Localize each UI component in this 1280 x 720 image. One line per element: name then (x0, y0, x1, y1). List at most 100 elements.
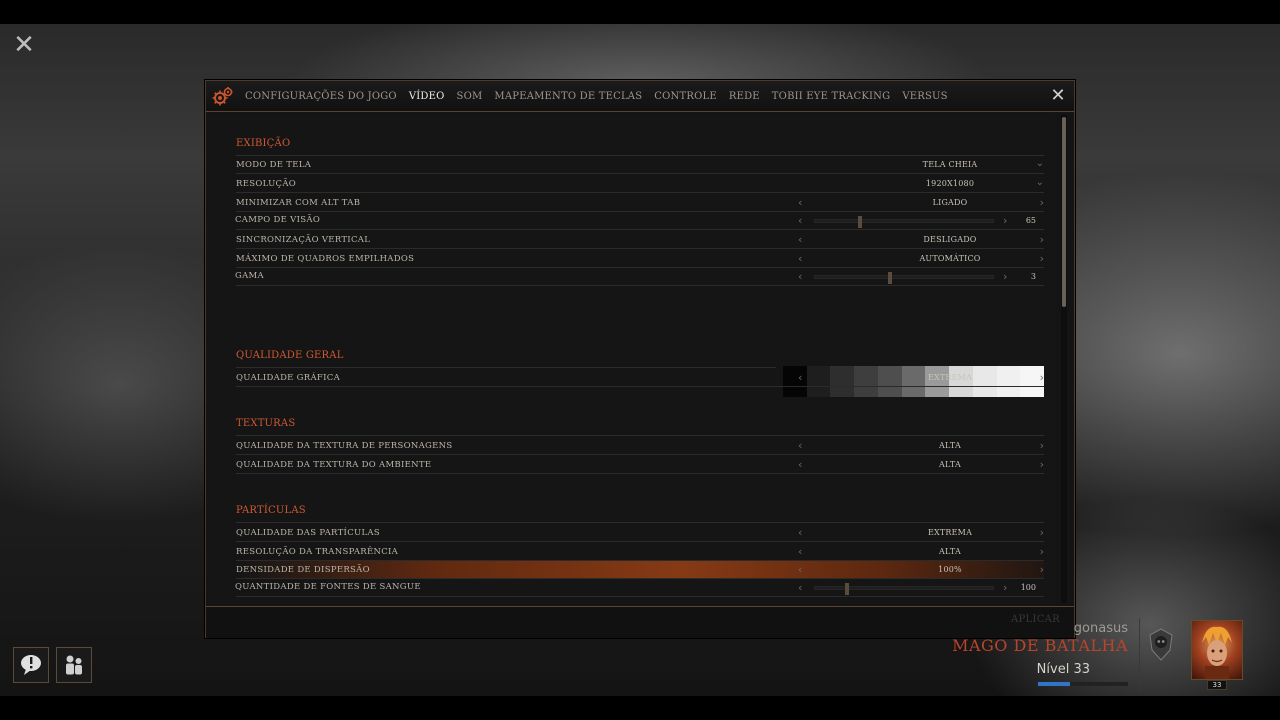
chevron-left-icon[interactable]: ‹ (798, 371, 802, 384)
tab-mapeamento-de-teclas[interactable]: MAPEAMENTO DE TECLAS (494, 91, 642, 102)
chevron-right-icon[interactable]: › (1040, 371, 1044, 384)
skull-emblem-icon[interactable] (1148, 628, 1174, 662)
chevron-right-icon[interactable]: › (1040, 526, 1044, 539)
settings-panel: CONFIGURAÇÕES DO JOGO VÍDEO SOM MAPEAMEN… (205, 80, 1075, 638)
setting-row-modo-de-tela[interactable]: MODO DE TELA TELA CHEIA ⌄ (236, 156, 1044, 174)
setting-label: SINCRONIZAÇÃO VERTICAL (236, 235, 371, 245)
close-icon[interactable]: ✕ (1048, 86, 1068, 106)
setting-row-minimizar[interactable]: MINIMIZAR COM ALT TAB ‹ LIGADO › (236, 194, 1044, 212)
setting-value: 100% (938, 565, 962, 574)
section-texturas: TEXTURAS (236, 418, 296, 429)
player-class: MAGO DE BATALHA (952, 636, 1128, 655)
setting-row-fontes-de-sangue[interactable]: QUANTIDADE DE FONTES DE SANGUE ‹ › 100 (235, 579, 1044, 597)
chevron-left-icon[interactable]: ‹ (798, 233, 802, 246)
setting-row-qualidade-grafica[interactable]: QUALIDADE GRÁFICA ‹ EXTREMA › (236, 369, 1044, 387)
chevron-left-icon[interactable]: ‹ (798, 196, 802, 209)
chevron-right-icon[interactable]: › (1040, 545, 1044, 558)
setting-label: GAMA (235, 271, 264, 281)
character-portrait[interactable] (1191, 620, 1243, 680)
setting-row-campo-de-visao[interactable]: CAMPO DE VISÃO ‹ › 65 (235, 212, 1044, 230)
slider-thumb[interactable] (845, 583, 850, 595)
settings-content: EXIBIÇÃO MODO DE TELA TELA CHEIA ⌄ RESOL… (207, 114, 1055, 604)
setting-row-densidade-dispersao[interactable]: DENSIDADE DE DISPERSÃO ‹ 100% › (236, 561, 1044, 579)
setting-label: MINIMIZAR COM ALT TAB (236, 198, 361, 208)
player-name: gonasus (1073, 621, 1128, 636)
hud-divider (1139, 618, 1140, 690)
chevron-right-icon[interactable]: › (1003, 214, 1007, 227)
letterbox-bottom (0, 696, 1280, 720)
setting-label: QUALIDADE GRÁFICA (236, 373, 341, 383)
tab-som[interactable]: SOM (457, 91, 483, 102)
gears-icon (212, 87, 233, 106)
chevron-right-icon[interactable]: › (1003, 581, 1007, 594)
setting-row-gama[interactable]: GAMA ‹ › 3 (235, 268, 1044, 286)
chevron-right-icon[interactable]: › (1040, 252, 1044, 265)
portrait-level-badge: 33 (1207, 680, 1227, 690)
setting-row-resolucao-transparencia[interactable]: RESOLUÇÃO DA TRANSPARÊNCIA ‹ ALTA › (236, 543, 1044, 561)
slider-value: 65 (1025, 216, 1036, 225)
setting-value: DESLIGADO (923, 235, 977, 244)
chevron-right-icon[interactable]: › (1040, 458, 1044, 471)
setting-row-qualidade-particulas[interactable]: QUALIDADE DAS PARTÍCULAS ‹ EXTREMA › (236, 524, 1044, 542)
slider-value: 3 (1030, 272, 1036, 281)
player-level: Nível 33 (1036, 662, 1090, 677)
tab-controle[interactable]: CONTROLE (654, 91, 717, 102)
chevron-right-icon[interactable]: › (1003, 270, 1007, 283)
chevron-down-icon[interactable]: ⌄ (1036, 158, 1044, 169)
section-divider (236, 367, 776, 368)
close-menu-icon[interactable]: ✕ (12, 32, 36, 58)
gamma-slider[interactable] (814, 272, 994, 284)
setting-label: DENSIDADE DE DISPERSÃO (236, 565, 370, 575)
feedback-button[interactable] (13, 647, 49, 683)
section-particulas: PARTÍCULAS (236, 505, 306, 516)
chevron-right-icon[interactable]: › (1040, 563, 1044, 576)
tab-list: CONFIGURAÇÕES DO JOGO VÍDEO SOM MAPEAMEN… (245, 81, 948, 112)
chevron-left-icon[interactable]: ‹ (798, 526, 802, 539)
chevron-left-icon[interactable]: ‹ (798, 214, 802, 227)
slider-value: 100 (1020, 583, 1036, 592)
tab-tobii-eye-tracking[interactable]: TOBII EYE TRACKING (772, 91, 891, 102)
letterbox-top (0, 0, 1280, 24)
chevron-right-icon[interactable]: › (1040, 233, 1044, 246)
chevron-left-icon[interactable]: ‹ (798, 270, 802, 283)
scrollbar-thumb[interactable] (1062, 117, 1066, 307)
fov-slider[interactable] (814, 216, 994, 228)
setting-value: EXTREMA (927, 528, 973, 537)
chevron-left-icon[interactable]: ‹ (798, 563, 802, 576)
chevron-left-icon[interactable]: ‹ (798, 458, 802, 471)
chevron-left-icon[interactable]: ‹ (798, 545, 802, 558)
setting-value: TELA CHEIA (922, 160, 978, 169)
setting-label: QUALIDADE DA TEXTURA DO AMBIENTE (236, 460, 432, 470)
setting-value: EXTREMA (927, 373, 973, 382)
tab-versus[interactable]: VERSUS (902, 91, 947, 102)
blood-slider[interactable] (814, 583, 994, 595)
tab-configuracoes-do-jogo[interactable]: CONFIGURAÇÕES DO JOGO (245, 91, 397, 102)
slider-thumb[interactable] (887, 272, 892, 284)
chevron-right-icon[interactable]: › (1040, 439, 1044, 452)
tab-rede[interactable]: REDE (729, 91, 760, 102)
setting-value: ALTA (939, 547, 961, 556)
setting-row-textura-ambiente[interactable]: QUALIDADE DA TEXTURA DO AMBIENTE ‹ ALTA … (236, 456, 1044, 474)
scrollbar[interactable] (1061, 115, 1067, 603)
setting-row-textura-personagens[interactable]: QUALIDADE DA TEXTURA DE PERSONAGENS ‹ AL… (236, 437, 1044, 455)
people-icon (66, 655, 82, 675)
setting-row-sincronizacao-vertical[interactable]: SINCRONIZAÇÃO VERTICAL ‹ DESLIGADO › (236, 231, 1044, 249)
setting-value: AUTOMÁTICO (919, 254, 981, 263)
setting-label: MÁXIMO DE QUADROS EMPILHADOS (236, 254, 415, 264)
setting-value: 1920X1080 (925, 179, 975, 188)
chevron-left-icon[interactable]: ‹ (798, 439, 802, 452)
chevron-down-icon[interactable]: ⌄ (1036, 177, 1044, 188)
apply-button[interactable]: APLICAR (1011, 614, 1060, 625)
tab-video[interactable]: VÍDEO (409, 91, 445, 102)
chevron-right-icon[interactable]: › (1040, 196, 1044, 209)
setting-row-quadros-empilhados[interactable]: MÁXIMO DE QUADROS EMPILHADOS ‹ AUTOMÁTIC… (236, 250, 1044, 268)
chevron-left-icon[interactable]: ‹ (798, 252, 802, 265)
slider-thumb[interactable] (857, 216, 862, 228)
section-divider (236, 435, 1044, 436)
setting-row-resolucao[interactable]: RESOLUÇÃO 1920X1080 ⌄ (236, 175, 1044, 193)
setting-value: LIGADO (932, 198, 968, 207)
setting-value: ALTA (939, 441, 961, 450)
setting-label: RESOLUÇÃO DA TRANSPARÊNCIA (236, 547, 399, 557)
chevron-left-icon[interactable]: ‹ (798, 581, 802, 594)
social-button[interactable] (56, 647, 92, 683)
